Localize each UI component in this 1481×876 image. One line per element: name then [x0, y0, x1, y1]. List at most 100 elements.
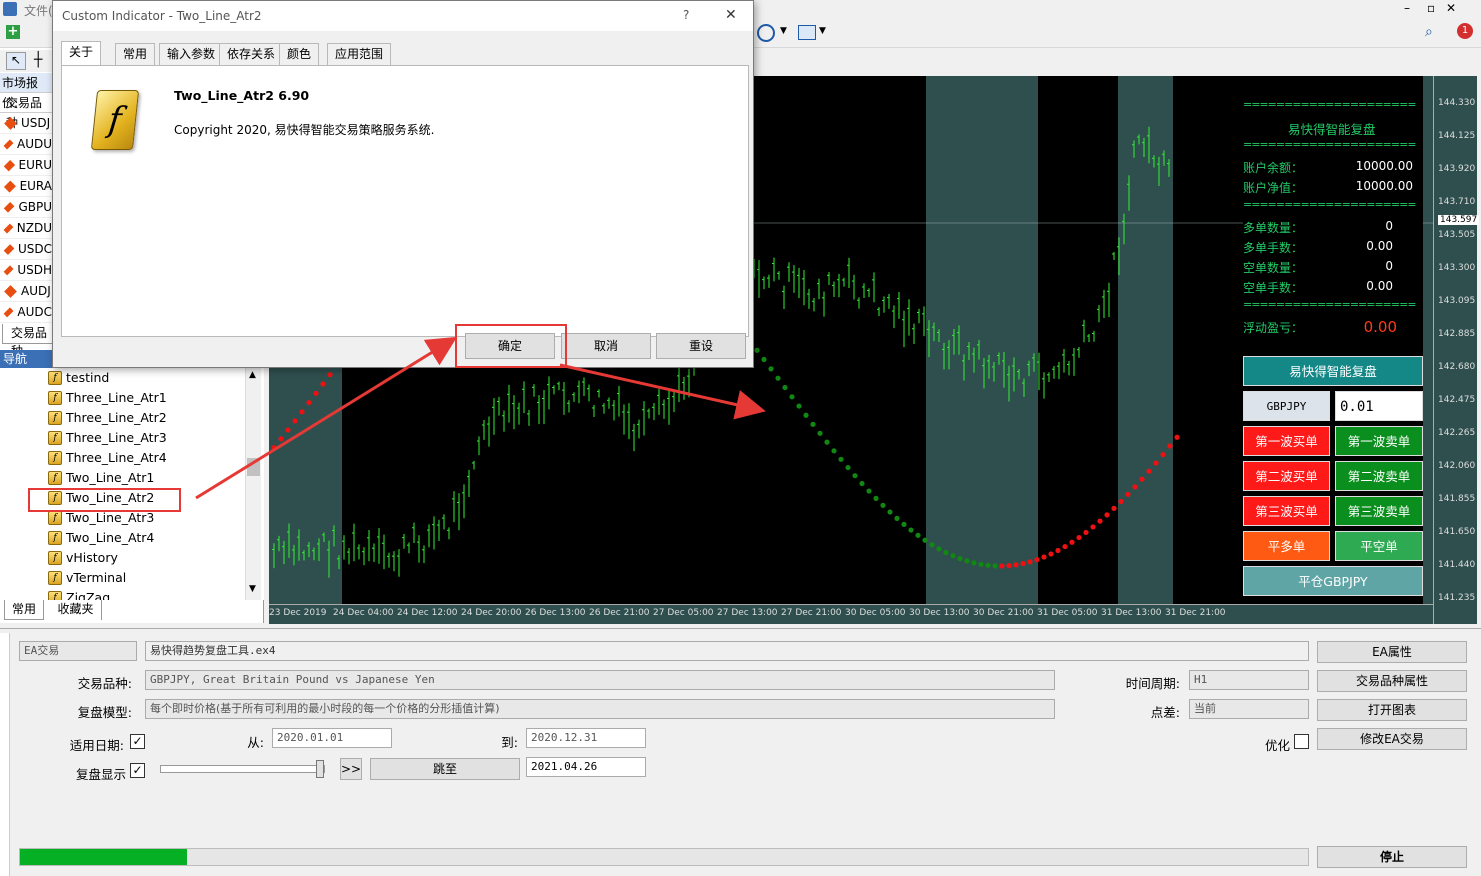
- navigator-item[interactable]: f vTerminal: [48, 568, 126, 588]
- dialog-tab[interactable]: 输入参数: [159, 43, 224, 65]
- new-order-icon[interactable]: +: [6, 25, 20, 39]
- navigator-item[interactable]: f Two_Line_Atr4: [48, 528, 154, 548]
- speed-slider[interactable]: [160, 760, 325, 778]
- tab-common[interactable]: 常用: [4, 600, 44, 620]
- symbol-row[interactable]: EURA: [0, 176, 52, 197]
- help-icon[interactable]: ?: [683, 8, 689, 22]
- spread-select[interactable]: 当前: [1189, 699, 1309, 719]
- sell1-button[interactable]: 第一波卖单: [1335, 426, 1423, 456]
- replay-button[interactable]: 易快得智能复盘: [1243, 356, 1423, 386]
- tab-favorites[interactable]: 收藏夹: [50, 600, 102, 620]
- from-date[interactable]: 2020.01.01: [272, 728, 392, 748]
- visual-checkbox[interactable]: ✓: [130, 763, 145, 778]
- skip-date[interactable]: 2021.04.26: [526, 757, 646, 777]
- dialog-tab[interactable]: 应用范围: [327, 43, 392, 65]
- scroll-up-icon[interactable]: ▲: [249, 370, 256, 380]
- indicator-dot: [1020, 560, 1026, 567]
- buy1-button[interactable]: 第一波买单: [1243, 426, 1330, 456]
- close-sell-button[interactable]: 平空单: [1335, 531, 1423, 561]
- stop-button[interactable]: 停止: [1317, 846, 1467, 868]
- to-date[interactable]: 2020.12.31: [526, 728, 646, 748]
- symbol-row[interactable]: USDC: [0, 239, 52, 260]
- symbol-row[interactable]: AUDJ: [0, 281, 52, 302]
- chevron-down-icon[interactable]: ▼: [780, 26, 787, 36]
- indicator-dot: [278, 436, 284, 442]
- navigator-item[interactable]: f vHistory: [48, 548, 118, 568]
- buy-count-value: 0: [1385, 219, 1393, 233]
- cursor-icon[interactable]: ↖: [6, 52, 26, 70]
- sell3-button[interactable]: 第三波卖单: [1335, 496, 1423, 526]
- model-select[interactable]: 每个即时价格(基于所有可利用的最小时段的每一个价格的分形插值计算): [145, 699, 1055, 719]
- indicator-dot: [768, 366, 774, 372]
- navigator-item[interactable]: f Three_Line_Atr3: [48, 428, 167, 448]
- dialog-tab[interactable]: 依存关系: [219, 43, 284, 65]
- menu-file[interactable]: 文件(: [24, 2, 53, 19]
- symbol-row[interactable]: AUDU: [0, 134, 52, 155]
- expert-properties-button[interactable]: EA属性: [1317, 641, 1467, 663]
- symbol-row[interactable]: USDH: [0, 260, 52, 281]
- visual-label: 复盘显示: [75, 767, 126, 782]
- modify-expert-button[interactable]: 修改EA交易: [1317, 728, 1467, 750]
- reset-button[interactable]: 重设: [656, 333, 746, 359]
- navigator-item[interactable]: f ZigZag: [48, 588, 110, 600]
- tab-symbols[interactable]: 交易品种: [2, 324, 54, 358]
- navigator-item[interactable]: f Two_Line_Atr1: [48, 468, 154, 488]
- scrollbar-thumb[interactable]: [247, 458, 260, 476]
- dialog-close-icon[interactable]: ✕: [725, 7, 737, 23]
- scroll-down-icon[interactable]: ▼: [249, 584, 256, 594]
- symbol-properties-button[interactable]: 交易品种属性: [1317, 670, 1467, 692]
- indicator-dot: [985, 562, 991, 568]
- skip-to-button[interactable]: 跳至: [370, 758, 520, 780]
- indicator-dot: [887, 509, 893, 515]
- symbol-row[interactable]: GBPU: [0, 197, 52, 218]
- buy3-button[interactable]: 第三波买单: [1243, 496, 1330, 526]
- chevron-down-icon[interactable]: ▼: [819, 26, 826, 36]
- market-watch-title: 市场报价:: [0, 73, 52, 110]
- indicator-dot: [292, 418, 298, 424]
- restore-icon[interactable]: ▫: [1427, 1, 1435, 15]
- buy2-button[interactable]: 第二波买单: [1243, 461, 1330, 491]
- close-buy-button[interactable]: 平多单: [1243, 531, 1330, 561]
- price-label: 141.235: [1438, 593, 1476, 603]
- dialog-tab[interactable]: 关于: [61, 41, 102, 66]
- close-symbol-button[interactable]: 平仓GBPJPY: [1243, 566, 1423, 596]
- open-chart-button[interactable]: 打开图表: [1317, 699, 1467, 721]
- indicator-dot: [999, 563, 1005, 569]
- sell2-button[interactable]: 第二波卖单: [1335, 461, 1423, 491]
- scrollbar[interactable]: ▲ ▼: [245, 368, 261, 600]
- dialog-tab[interactable]: 颜色: [279, 43, 320, 65]
- expert-select[interactable]: 易快得趋势复盘工具.ex4: [145, 641, 1309, 661]
- fast-forward-button[interactable]: >>: [340, 758, 362, 780]
- slider-thumb[interactable]: [316, 760, 324, 778]
- indicator-dot: [299, 409, 305, 415]
- indicator-dot: [803, 412, 809, 418]
- symbol-row[interactable]: EURU: [0, 155, 52, 176]
- about-tab-panel: f Two_Line_Atr2 6.90 Copyright 2020, 易快得…: [61, 65, 749, 337]
- period-select[interactable]: H1: [1189, 670, 1309, 690]
- symbol-field[interactable]: GBPJPY: [1243, 391, 1330, 421]
- chart-template-icon[interactable]: [798, 25, 816, 40]
- close-icon[interactable]: ✕: [1446, 1, 1456, 15]
- clock-icon[interactable]: [757, 24, 775, 42]
- dialog-tab[interactable]: 常用: [115, 43, 156, 65]
- symbol-select[interactable]: GBPJPY, Great Britain Pound vs Japanese …: [145, 670, 1055, 690]
- lot-input[interactable]: 0.01: [1335, 391, 1423, 421]
- symbol-row[interactable]: AUDC: [0, 302, 52, 323]
- navigator-item[interactable]: f Three_Line_Atr4: [48, 448, 167, 468]
- price-label: 142.265: [1438, 428, 1476, 438]
- navigator-item[interactable]: f Three_Line_Atr2: [48, 408, 167, 428]
- symbol-row[interactable]: NZDU: [0, 218, 52, 239]
- indicator-dot: [1153, 460, 1159, 466]
- indicator-dot: [859, 480, 865, 487]
- navigator-item[interactable]: f testind: [48, 368, 109, 388]
- search-icon[interactable]: ⌕: [1425, 24, 1433, 40]
- use-date-checkbox[interactable]: ✓: [130, 734, 145, 749]
- optimize-checkbox[interactable]: [1294, 734, 1309, 749]
- cancel-button[interactable]: 取消: [561, 333, 651, 359]
- time-label: 31 Dec 05:00: [1037, 608, 1098, 618]
- crosshair-icon[interactable]: ┼: [34, 52, 42, 68]
- minimize-icon[interactable]: –: [1404, 1, 1410, 15]
- navigator-item[interactable]: f Three_Line_Atr1: [48, 388, 167, 408]
- mode-select[interactable]: EA交易: [19, 641, 137, 661]
- notification-badge[interactable]: 1: [1457, 23, 1473, 39]
